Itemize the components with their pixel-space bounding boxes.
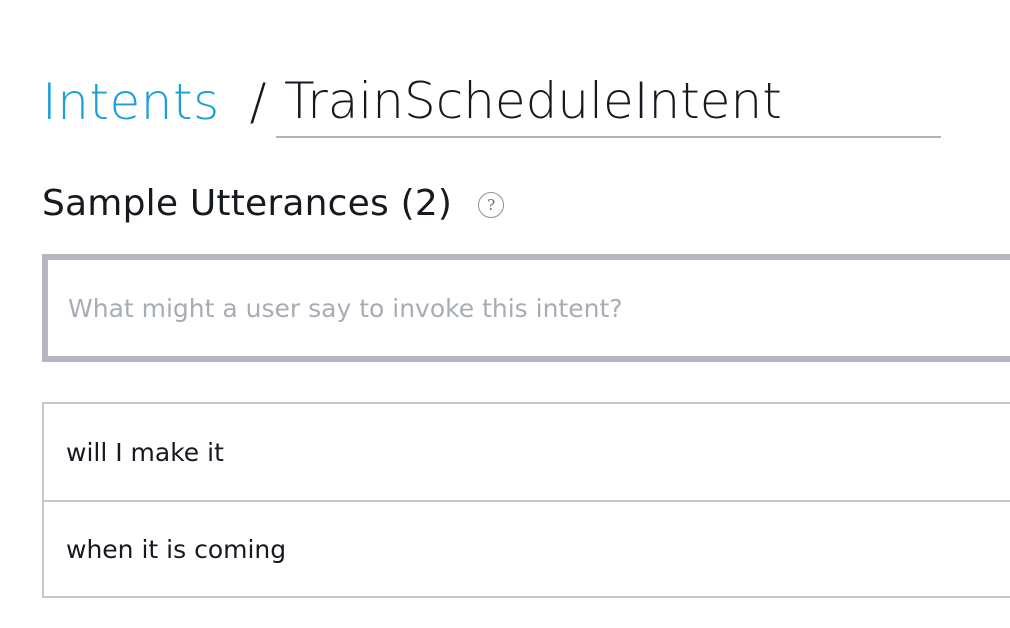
question-circle-icon[interactable]: ? [478, 192, 505, 218]
utterance-input[interactable] [48, 260, 1010, 356]
intent-name-field[interactable] [276, 66, 941, 138]
utterance-list: will I make it when it is coming [42, 402, 1010, 598]
utterance-list-item[interactable]: will I make it [44, 404, 1010, 500]
sample-utterances-title: Sample Utterances (2) [42, 182, 453, 224]
sample-utterances-header: Sample Utterances (2) ? [42, 176, 505, 230]
breadcrumb: Intents / [42, 66, 285, 138]
utterance-list-item[interactable]: when it is coming [44, 500, 1010, 596]
utterance-input-container [42, 254, 1010, 362]
breadcrumb-separator: / [249, 73, 267, 131]
intent-editor-page: Intents / Sample Utterances (2) ? will I… [0, 0, 1010, 628]
breadcrumb-intents-link[interactable]: Intents [42, 66, 220, 138]
